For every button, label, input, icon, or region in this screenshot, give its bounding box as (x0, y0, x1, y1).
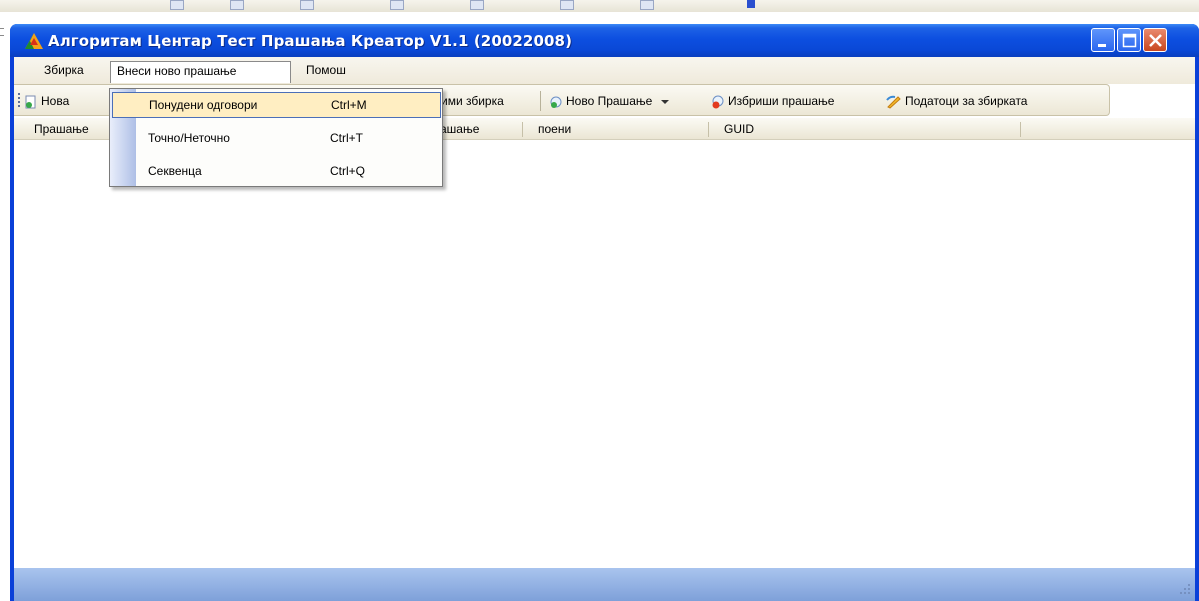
resize-grip-icon[interactable] (1179, 583, 1191, 595)
menu-help[interactable]: Помош (300, 61, 352, 81)
delete-question-button[interactable]: Избриши прашање (711, 92, 834, 110)
collection-data-label: Податоци за збирката (905, 94, 1028, 108)
maximize-icon (1122, 33, 1137, 48)
menu-item-shortcut: Ctrl+Q (330, 164, 366, 178)
background-icon (470, 0, 484, 10)
background-icon (640, 0, 654, 10)
menu-collection[interactable]: Збирка (38, 61, 90, 81)
window-title: Алгоритам Центар Тест Прашања Креатор V1… (48, 32, 573, 50)
add-question-icon (550, 96, 562, 108)
background-toolbar (0, 0, 1199, 12)
new-question-dropdown: Понудени одговори Ctrl+M Точно/Неточно C… (109, 88, 443, 187)
close-icon (1149, 34, 1162, 47)
app-logo-icon (25, 33, 43, 49)
background-icon (300, 0, 314, 10)
menu-item-label: Понудени одговори (149, 98, 258, 112)
background-ruler-tick (0, 28, 4, 36)
status-bar (14, 568, 1195, 601)
collection-data-button[interactable]: Податоци за збирката (886, 92, 1027, 110)
column-divider[interactable] (708, 122, 709, 137)
menu-item-shortcut: Ctrl+M (331, 98, 367, 112)
menu-item-shortcut: Ctrl+T (330, 131, 363, 145)
minimize-button[interactable] (1091, 28, 1115, 52)
menu-item-sequence[interactable]: Секвенца Ctrl+Q (112, 159, 441, 185)
menu-new-question[interactable]: Внеси ново прашање (110, 61, 291, 83)
new-question-button[interactable]: Ново Прашање (549, 92, 672, 110)
new-document-icon (25, 95, 36, 109)
background-blue-marker (747, 0, 755, 8)
edit-pencil-icon (886, 95, 901, 109)
column-divider[interactable] (522, 122, 523, 137)
column-guid[interactable]: GUID (716, 118, 754, 140)
new-collection-label: Нова (41, 94, 70, 108)
column-question[interactable]: Прашање (26, 118, 89, 140)
title-bar[interactable]: Алгоритам Центар Тест Прашања Креатор V1… (10, 24, 1199, 57)
toolbar-separator (540, 91, 541, 111)
save-collection-button[interactable]: ими збирка (441, 92, 504, 110)
menu-bar: Збирка Внеси ново прашање Помош (14, 57, 1195, 84)
background-icon (390, 0, 404, 10)
maximize-button[interactable] (1117, 28, 1141, 52)
background-icon (230, 0, 244, 10)
new-collection-button[interactable]: Нова (24, 92, 69, 110)
delete-question-label: Избриши прашање (728, 94, 835, 108)
menu-item-label: Точно/Неточно (148, 131, 230, 145)
column-points[interactable]: поени (530, 118, 571, 140)
toolbar-grip[interactable] (18, 93, 20, 107)
minimize-icon (1098, 44, 1106, 47)
column-divider[interactable] (1020, 122, 1021, 137)
background-icon (170, 0, 184, 10)
save-collection-label: ими збирка (441, 94, 504, 108)
menu-item-true-false[interactable]: Точно/Неточно Ctrl+T (112, 126, 441, 152)
menu-item-multiple-choice[interactable]: Понудени одговори Ctrl+M (112, 92, 441, 118)
new-question-label: Ново Прашање (566, 94, 653, 108)
question-list[interactable] (14, 140, 1195, 566)
menu-item-label: Секвенца (148, 164, 202, 178)
dropdown-arrow-icon (660, 99, 669, 104)
delete-question-icon (712, 95, 724, 109)
background-icon (560, 0, 574, 10)
close-button[interactable] (1143, 28, 1167, 52)
